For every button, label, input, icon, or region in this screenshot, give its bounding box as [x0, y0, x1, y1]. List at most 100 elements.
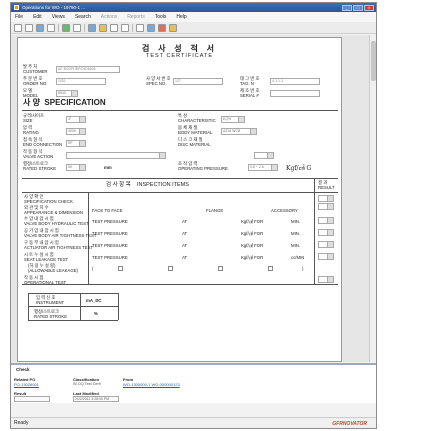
status-bar: Ready GFRNOVATOR	[11, 417, 376, 428]
table-border	[28, 320, 118, 321]
model-dropdown[interactable]: 8530	[56, 90, 78, 97]
refresh-icon[interactable]	[62, 23, 70, 32]
body-material-dropdown[interactable]: A216 WCB	[221, 128, 257, 135]
min-label: MIN.	[291, 243, 301, 248]
unit-for-label: Kgf/㎠ FOR	[241, 243, 264, 248]
instrument-unit: mA_DC	[86, 298, 102, 303]
inspection-row-1: 외 관 및 치 수 APPEARANCE & DIMENSION	[24, 205, 83, 215]
end-connection-label: 접 속 형 식 END CONNECTION	[23, 137, 63, 147]
open-icon[interactable]	[25, 23, 33, 32]
unit-for-label: Kgf/㎠ FOR	[241, 231, 264, 236]
test-pressure-label: TEST PRESSURE	[92, 219, 128, 224]
flange-label: FLANGE	[206, 208, 224, 213]
column-divider	[88, 192, 89, 284]
link-icon[interactable]	[136, 23, 144, 32]
preview-icon[interactable]	[73, 23, 81, 32]
divider	[22, 192, 338, 193]
order-no-field[interactable]: 1001	[56, 78, 106, 85]
size-dropdown[interactable]: 4"	[66, 116, 86, 123]
rated-stroke-dropdown[interactable]: 60	[66, 164, 86, 171]
valve-action-label: 작 동 형 식 VALVE ACTION	[23, 149, 54, 159]
from-link[interactable]: WO-1300000-1 WO-000000123	[123, 382, 180, 387]
result-dropdown-3[interactable]	[318, 229, 334, 236]
attach-icon[interactable]	[88, 23, 96, 32]
search-icon[interactable]	[147, 23, 155, 32]
rating-dropdown[interactable]: 300#	[66, 128, 86, 135]
result-dropdown-2[interactable]	[318, 217, 334, 224]
unit-for-label: Kgf/㎠ FOR	[241, 255, 264, 260]
test-pressure-label: TEST PRESSURE	[92, 243, 128, 248]
characteristic-dropdown[interactable]: EQ%	[221, 116, 245, 123]
valve-action-aux-dropdown[interactable]	[254, 152, 274, 159]
result-dropdown-1[interactable]	[318, 203, 334, 210]
at-label: AT	[182, 255, 188, 260]
close-button[interactable]: ×	[364, 4, 374, 11]
menu-actions[interactable]: Actions	[101, 14, 117, 20]
related-po-link[interactable]: PO-13026001	[14, 382, 39, 387]
lock-icon[interactable]	[169, 23, 177, 32]
specification-heading: 사 양 SPECIFICATION	[23, 98, 106, 107]
leakage-checkbox[interactable]	[268, 266, 273, 271]
save-icon[interactable]	[36, 23, 44, 32]
copy-icon[interactable]	[110, 23, 118, 32]
at-label: AT	[182, 243, 188, 248]
menu-reports[interactable]: Reports	[127, 14, 145, 20]
menu-help[interactable]: Help	[176, 14, 186, 20]
result-dropdown-7[interactable]	[318, 276, 334, 283]
menu-edit[interactable]: Edit	[33, 14, 42, 20]
valve-action-dropdown[interactable]	[66, 152, 166, 159]
check-tab[interactable]: Check	[13, 366, 33, 373]
toolbar	[11, 22, 376, 34]
scroll-thumb[interactable]	[371, 41, 376, 81]
test-certificate-form: 검 사 성 적 서 TEST CERTIFICATE 발 주 처 CUSTOMER…	[17, 37, 342, 362]
serial-field[interactable]	[270, 90, 320, 97]
folder-icon[interactable]	[99, 23, 107, 32]
table-border	[28, 293, 29, 320]
document-viewer: 검 사 성 적 서 TEST CERTIFICATE 발 주 처 CUSTOMER…	[11, 35, 376, 362]
maximize-button[interactable]: □	[353, 4, 363, 11]
menu-bar: File Edit Views Search Actions Reports T…	[11, 12, 376, 22]
result-dropdown-0[interactable]	[318, 195, 334, 202]
vertical-scrollbar[interactable]	[369, 35, 376, 362]
leakage-checkbox[interactable]	[218, 266, 223, 271]
operating-pressure-label: 조 작 압 력 OPERATING PRESSURE	[178, 161, 228, 171]
leakage-checkbox[interactable]	[168, 266, 173, 271]
menu-search[interactable]: Search	[75, 14, 91, 20]
characteristic-label: 특 성 CHARACTERISTIC	[178, 113, 216, 123]
menu-file[interactable]: File	[15, 14, 23, 20]
inspection-row-0: 사 양 확 인 SPECIFICATION CHECK	[24, 194, 73, 204]
application-window: Operations for WO - 19790-1 ... _ □ × Fi…	[10, 2, 377, 429]
result-dropdown-4[interactable]	[318, 241, 334, 248]
vendor-logo: GFRNOVATOR	[332, 421, 367, 427]
divider	[22, 110, 338, 111]
leakage-checkbox[interactable]	[118, 266, 123, 271]
spec-no-field[interactable]: 127	[173, 78, 223, 85]
result-field[interactable]	[14, 396, 50, 402]
model-label: 모 델 MODEL	[23, 88, 39, 98]
result-dropdown-5[interactable]	[318, 253, 334, 260]
operating-pressure-dropdown[interactable]: 0.8 ~ 2.6	[248, 164, 278, 171]
new-icon[interactable]	[14, 23, 22, 32]
tag-no-field[interactable]: 4-1 1-1	[270, 78, 320, 85]
table-border	[28, 306, 118, 307]
test-pressure-label: TEST PRESSURE	[92, 231, 128, 236]
paste-icon[interactable]	[121, 23, 129, 32]
menu-views[interactable]: Views	[52, 14, 65, 20]
rated-stroke-percent: %	[94, 311, 98, 316]
customer-field[interactable]: AE BI20PHRRC5D6606	[56, 66, 120, 73]
paren-open: (	[92, 266, 94, 271]
delete-icon[interactable]	[158, 23, 166, 32]
classification-value: W-OQ Test Certi	[73, 382, 101, 386]
test-pressure-label: TEST PRESSURE	[92, 255, 128, 260]
toolbar-separator	[58, 23, 59, 32]
minimize-button[interactable]: _	[342, 4, 352, 11]
cc-per-min-label: cc/MIN	[291, 255, 305, 260]
accessory-label: ACCESSORY	[271, 208, 298, 213]
disc-material-label: 디 스 크 재 질 DISC MATERIAL	[178, 137, 211, 147]
end-connection-dropdown[interactable]: RF	[66, 140, 86, 147]
body-material-label: 몸 체 재 질 BODY MATERIAL	[178, 125, 213, 135]
print-icon[interactable]	[47, 23, 55, 32]
at-label: AT	[182, 231, 188, 236]
menu-tools[interactable]: Tools	[155, 14, 167, 20]
divider	[22, 178, 338, 179]
